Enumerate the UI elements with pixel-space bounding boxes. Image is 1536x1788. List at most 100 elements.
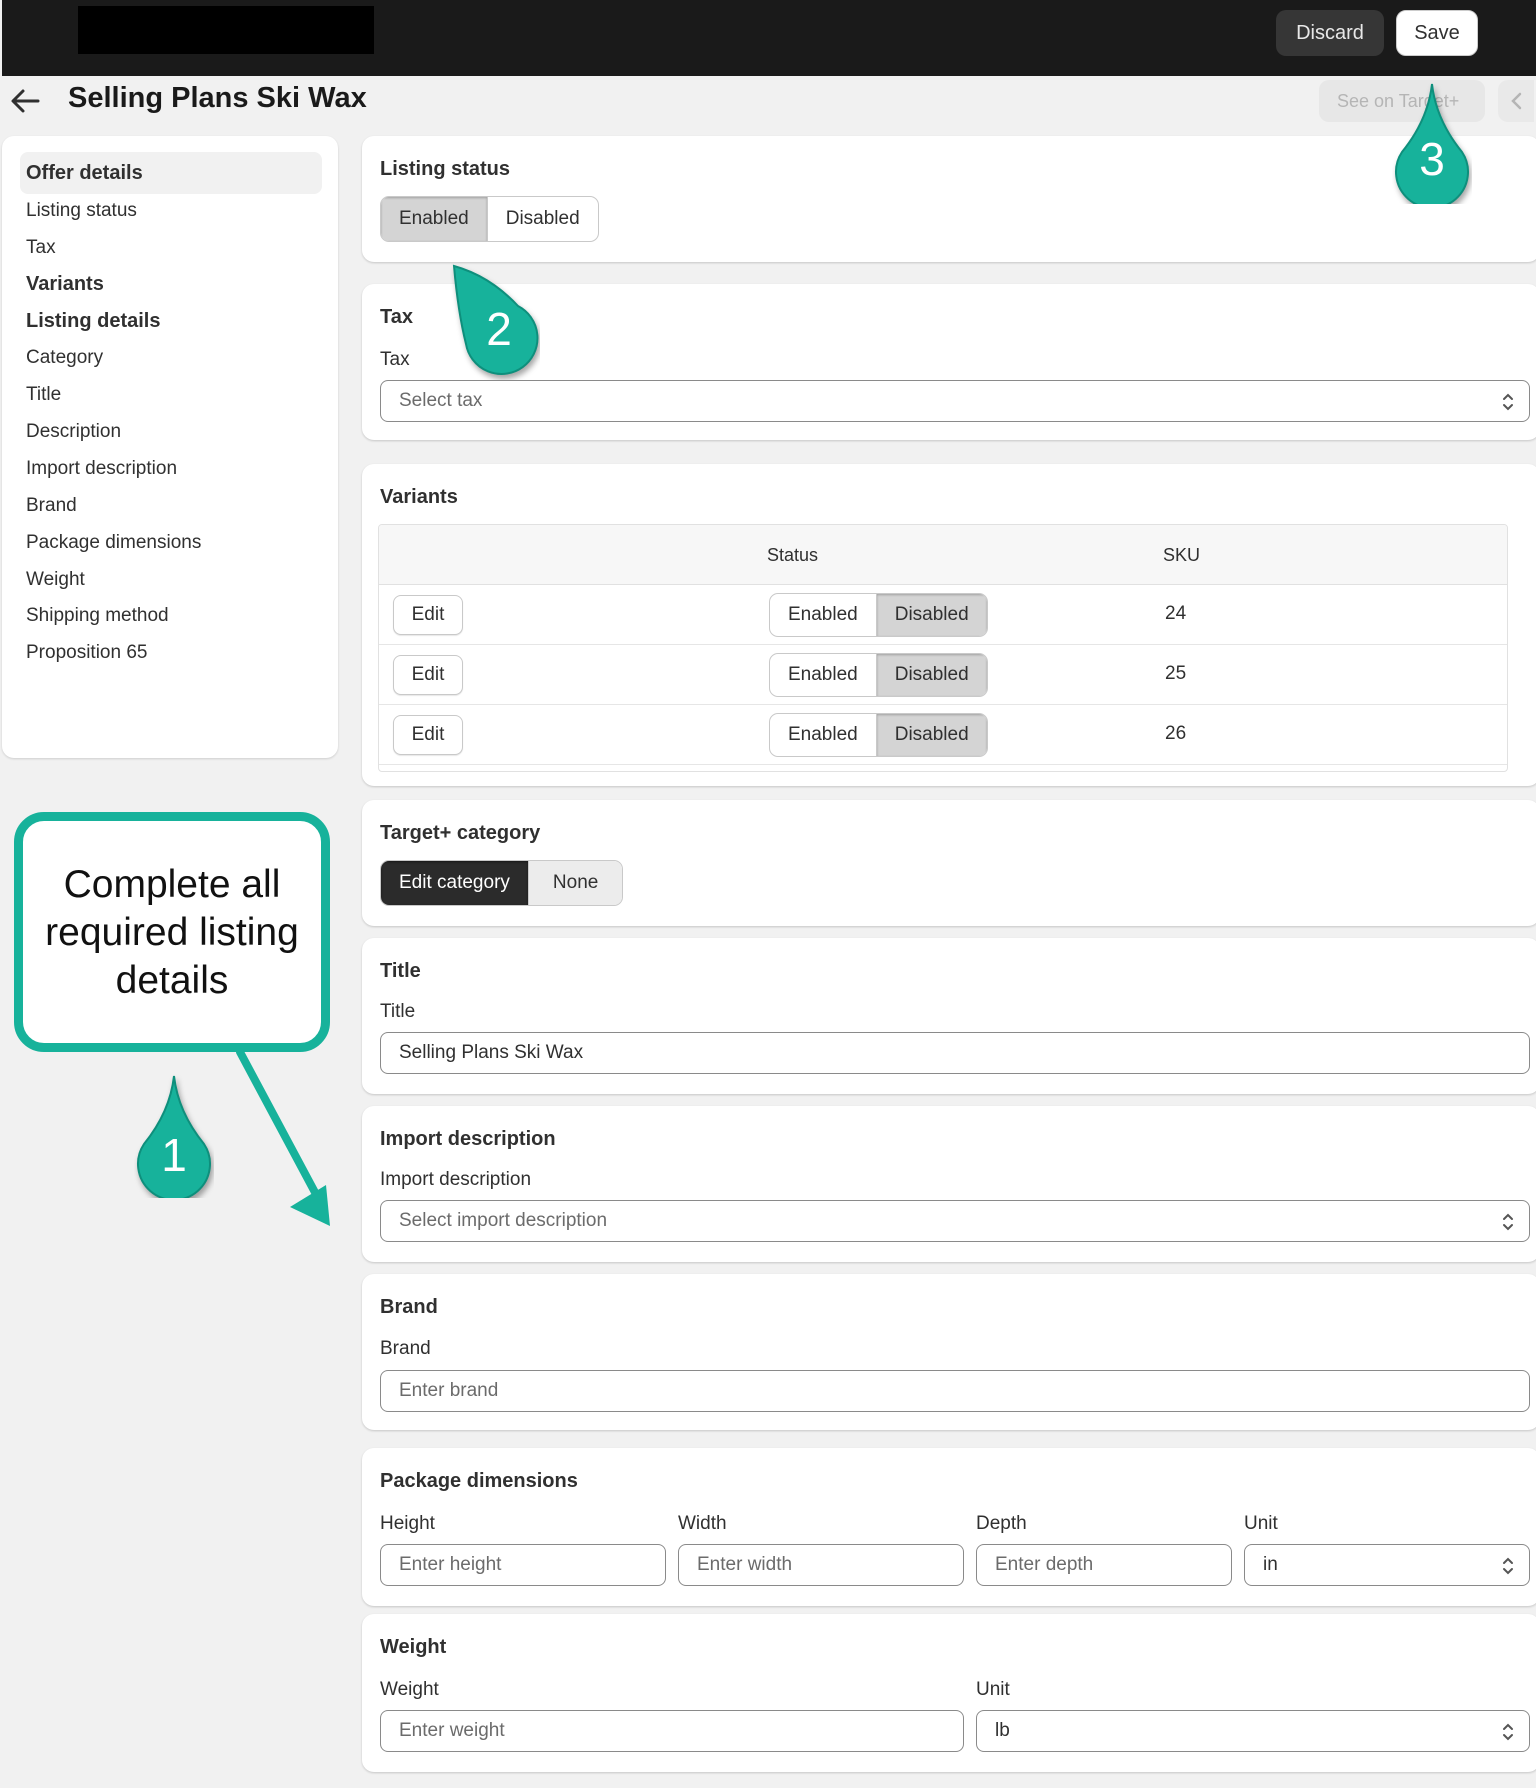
title-label: Title [380,1001,416,1022]
select-chevron-icon [1503,1557,1513,1575]
nav-item-listing-status[interactable]: Listing status [26,200,137,222]
enabled-option[interactable]: Enabled [770,594,876,636]
import-description-label: Import description [380,1169,532,1190]
select-chevron-icon [1503,1723,1513,1741]
sku-cell: 25 [1165,663,1187,684]
variants-card: Variants Status SKU Edit Enabled Disable… [362,464,1536,786]
nav-item-import-description[interactable]: Import description [26,458,177,480]
category-toggle: Edit category None [380,860,624,906]
sku-cell: 24 [1165,603,1187,624]
weight-label: Weight [380,1679,439,1700]
tax-placeholder: Select tax [399,390,483,411]
variant-status-toggle: Enabled Disabled [769,593,988,637]
step-number: 1 [161,1129,187,1181]
edit-button[interactable]: Edit [393,715,463,755]
listing-status-toggle: Enabled Disabled [380,196,599,242]
card-title: Listing status [380,158,511,180]
edit-button[interactable]: Edit [393,595,463,635]
card-title: Variants [380,486,458,508]
height-input[interactable]: Enter height [380,1544,666,1586]
nav-item-proposition-65[interactable]: Proposition 65 [26,642,147,664]
variant-status-toggle: Enabled Disabled [769,653,988,697]
disabled-option[interactable]: Disabled [875,654,987,696]
enabled-option[interactable]: Enabled [770,714,876,756]
card-title: Import description [380,1128,556,1150]
depth-label: Depth [976,1513,1027,1534]
table-row: Edit Enabled Disabled 24 [379,585,1507,645]
step-1-marker-icon: 1 [134,1072,214,1201]
redacted-logo [78,6,374,54]
table-row: Edit Enabled Disabled 26 [379,705,1507,765]
title-input[interactable]: Selling Plans Ski Wax [380,1032,1530,1074]
enabled-option[interactable]: Enabled [770,654,876,696]
column-status: Status [767,545,819,565]
table-row: Edit Enabled Disabled 25 [379,645,1507,705]
collapse-chevron-button[interactable] [1498,80,1534,122]
variant-status-toggle: Enabled Disabled [769,713,988,757]
nav-item-listing-details[interactable]: Listing details [26,310,160,333]
listing-status-card: Listing status Enabled Disabled [362,136,1536,262]
save-button[interactable]: Save [1396,10,1478,56]
height-label: Height [380,1513,435,1534]
disabled-option[interactable]: Disabled [875,594,987,636]
offer-details-nav: Offer details Listing status Tax Variant… [2,136,338,758]
edit-button[interactable]: Edit [393,655,463,695]
instruction-callout: Complete all required listing details [14,812,330,1052]
card-title: Weight [380,1636,447,1658]
nav-item-variants[interactable]: Variants [26,273,104,296]
callout-line: required listing [45,911,299,954]
package-dimensions-card: Package dimensions Height Enter height W… [362,1448,1536,1606]
card-title: Tax [380,306,413,328]
nav-item-package-dimensions[interactable]: Package dimensions [26,532,201,554]
select-chevron-icon [1503,1213,1513,1231]
nav-item-title[interactable]: Title [26,384,61,406]
callout-line: Complete all [63,863,281,906]
disabled-option[interactable]: Disabled [875,714,987,756]
weight-unit-select[interactable]: lb [976,1710,1530,1752]
enabled-option[interactable]: Enabled [381,197,487,241]
weight-unit-label: Unit [976,1679,1010,1700]
sku-cell: 26 [1165,723,1187,744]
chevron-left-icon [1511,92,1522,110]
table-header: Status SKU [379,525,1507,585]
callout-line: details [115,959,229,1002]
card-title: Title [380,960,421,982]
select-chevron-icon [1503,393,1513,411]
import-description-select[interactable]: Select import description [380,1200,1530,1242]
nav-item-offer-details[interactable]: Offer details [26,162,143,185]
variants-table: Status SKU Edit Enabled Disabled 24 Edit… [378,524,1508,772]
nav-item-brand[interactable]: Brand [26,495,77,517]
dimension-unit-select[interactable]: in [1244,1544,1530,1586]
card-title: Package dimensions [380,1470,578,1492]
discard-button[interactable]: Discard [1276,10,1384,56]
weight-input[interactable]: Enter weight [380,1710,964,1752]
tax-select[interactable]: Select tax [380,380,1530,422]
import-description-placeholder: Select import description [399,1210,608,1231]
none-option[interactable]: None [527,861,623,905]
dimension-unit-value: in [1263,1554,1278,1575]
import-description-card: Import description Import description Se… [362,1106,1536,1262]
step-2-marker-icon: 2 [450,262,540,380]
page-title: Selling Plans Ski Wax [68,82,367,114]
nav-item-weight[interactable]: Weight [26,569,85,591]
card-title: Brand [380,1296,438,1318]
nav-item-description[interactable]: Description [26,421,121,443]
unit-label: Unit [1244,1513,1278,1534]
tax-label: Tax [380,349,410,370]
top-action-bar: Discard Save [2,0,1536,76]
step-number: 3 [1419,133,1445,185]
edit-category-button[interactable]: Edit category [381,861,528,905]
nav-item-shipping-method[interactable]: Shipping method [26,605,169,627]
column-sku: SKU [1163,545,1201,565]
brand-input[interactable]: Enter brand [380,1370,1530,1412]
title-card: Title Title Selling Plans Ski Wax [362,938,1536,1094]
back-arrow-icon[interactable] [8,86,42,116]
target-category-card: Target+ category Edit category None [362,800,1536,926]
brand-label: Brand [380,1338,431,1359]
width-input[interactable]: Enter width [678,1544,964,1586]
depth-input[interactable]: Enter depth [976,1544,1232,1586]
card-title: Target+ category [380,822,541,844]
nav-item-category[interactable]: Category [26,347,103,369]
disabled-option[interactable]: Disabled [486,197,598,241]
nav-item-tax[interactable]: Tax [26,237,56,259]
